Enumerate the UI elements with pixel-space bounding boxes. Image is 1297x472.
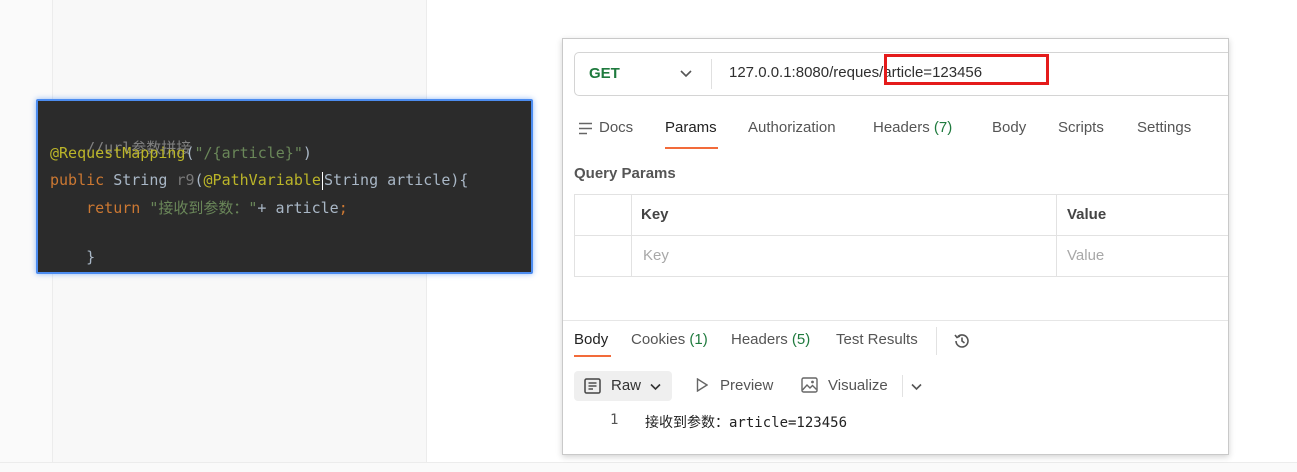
active-response-tab-underline — [574, 355, 611, 357]
code-semicolon: ; — [338, 199, 348, 217]
query-params-title: Query Params — [574, 165, 676, 182]
code-param: article — [387, 171, 451, 189]
response-divider — [563, 320, 1228, 321]
code-line-1: //url参数拼接 — [50, 115, 191, 157]
text-caret — [321, 171, 323, 190]
response-tab-body[interactable]: Body — [574, 331, 608, 348]
code-line-2: @RequestMapping("/{article}") — [50, 142, 312, 164]
tab-authorization[interactable]: Authorization — [748, 119, 836, 136]
tab-label: Authorization — [748, 119, 836, 136]
url-highlight-box — [884, 54, 1049, 85]
history-icon[interactable] — [952, 331, 972, 351]
line-number: 1 — [610, 412, 619, 428]
play-icon[interactable] — [696, 378, 708, 392]
response-body-text: 接收到参数：article=123456 — [645, 415, 848, 431]
bottom-strip — [0, 463, 1297, 472]
code-expression: + article — [257, 199, 339, 217]
tab-headers[interactable]: Headers (7) — [873, 119, 952, 136]
tab-label: Headers — [731, 331, 788, 348]
tab-label: Body — [992, 119, 1027, 136]
chevron-down-icon[interactable] — [910, 380, 923, 393]
code-paren: ( — [185, 144, 195, 162]
response-tab-headers[interactable]: Headers (5) — [731, 331, 810, 348]
code-paren: ( — [194, 171, 204, 189]
visualize-button[interactable]: Visualize — [828, 377, 888, 394]
code-brace: } — [86, 248, 96, 266]
tab-label: Cookies — [631, 331, 686, 348]
tab-label: Params — [665, 119, 717, 136]
tab-count: (5) — [791, 331, 811, 348]
query-params-table: Key Value Key Value — [574, 194, 1228, 277]
code-keyword: return — [86, 199, 141, 217]
code-line-4: return "接收到参数："+ article; — [50, 197, 348, 219]
tab-label: Body — [574, 331, 609, 348]
response-tab-test-results[interactable]: Test Results — [836, 331, 918, 348]
tab-label: Scripts — [1058, 119, 1104, 136]
chevron-down-icon — [650, 383, 661, 391]
tab-label: Settings — [1137, 119, 1192, 136]
raw-format-dropdown[interactable]: Raw — [574, 371, 672, 401]
code-string: "接收到参数：" — [149, 199, 258, 217]
tab-scripts[interactable]: Scripts — [1058, 119, 1104, 136]
url-prefix: 127.0.0.1:8080/reques — [729, 64, 880, 81]
code-annotation: @PathVariable — [203, 171, 321, 189]
code-line-3: public String r9(@PathVariable String art… — [50, 169, 468, 191]
preview-button[interactable]: Preview — [720, 377, 773, 394]
url-divider — [711, 59, 712, 89]
code-type: String — [323, 171, 379, 189]
tab-count: (7) — [933, 119, 953, 136]
tab-label: Docs — [599, 119, 634, 136]
docs-icon — [579, 122, 592, 135]
code-keyword: public — [50, 171, 105, 189]
image-icon[interactable] — [801, 377, 818, 393]
tab-docs[interactable]: Docs — [599, 119, 633, 136]
tab-count: (1) — [689, 331, 708, 348]
raw-label: Raw — [611, 377, 642, 394]
raw-format-icon — [584, 378, 601, 394]
active-tab-underline — [665, 147, 718, 149]
tab-divider — [936, 327, 937, 355]
code-brace: ){ — [450, 171, 469, 189]
method-select[interactable]: GET — [589, 65, 620, 82]
response-tab-cookies[interactable]: Cookies (1) — [631, 331, 708, 348]
tab-label: Test Results — [836, 331, 918, 348]
request-panel: GET 127.0.0.1:8080/reques/article=123456… — [562, 38, 1229, 455]
tab-body[interactable]: Body — [992, 119, 1026, 136]
value-input[interactable]: Value — [1067, 247, 1104, 264]
tab-label: Headers — [873, 119, 930, 136]
tab-params[interactable]: Params — [665, 119, 717, 136]
tab-settings[interactable]: Settings — [1137, 119, 1191, 136]
code-string: "/{article}" — [194, 144, 303, 162]
column-header-key: Key — [641, 206, 669, 223]
column-header-value: Value — [1067, 206, 1107, 223]
table-col-divider — [1056, 195, 1057, 276]
code-method-name: r9 — [176, 171, 195, 189]
code-paren: ) — [302, 144, 312, 162]
code-line-5: } — [50, 224, 95, 266]
table-row-divider — [575, 235, 1228, 236]
key-input[interactable]: Key — [643, 247, 669, 264]
code-block[interactable]: //url参数拼接 @RequestMapping("/{article}") … — [36, 99, 533, 274]
toolbar-divider — [902, 375, 903, 397]
table-col-divider — [631, 195, 632, 276]
code-type: String — [113, 171, 168, 189]
chevron-down-icon[interactable] — [679, 66, 693, 80]
code-annotation: @RequestMapping — [50, 144, 186, 162]
